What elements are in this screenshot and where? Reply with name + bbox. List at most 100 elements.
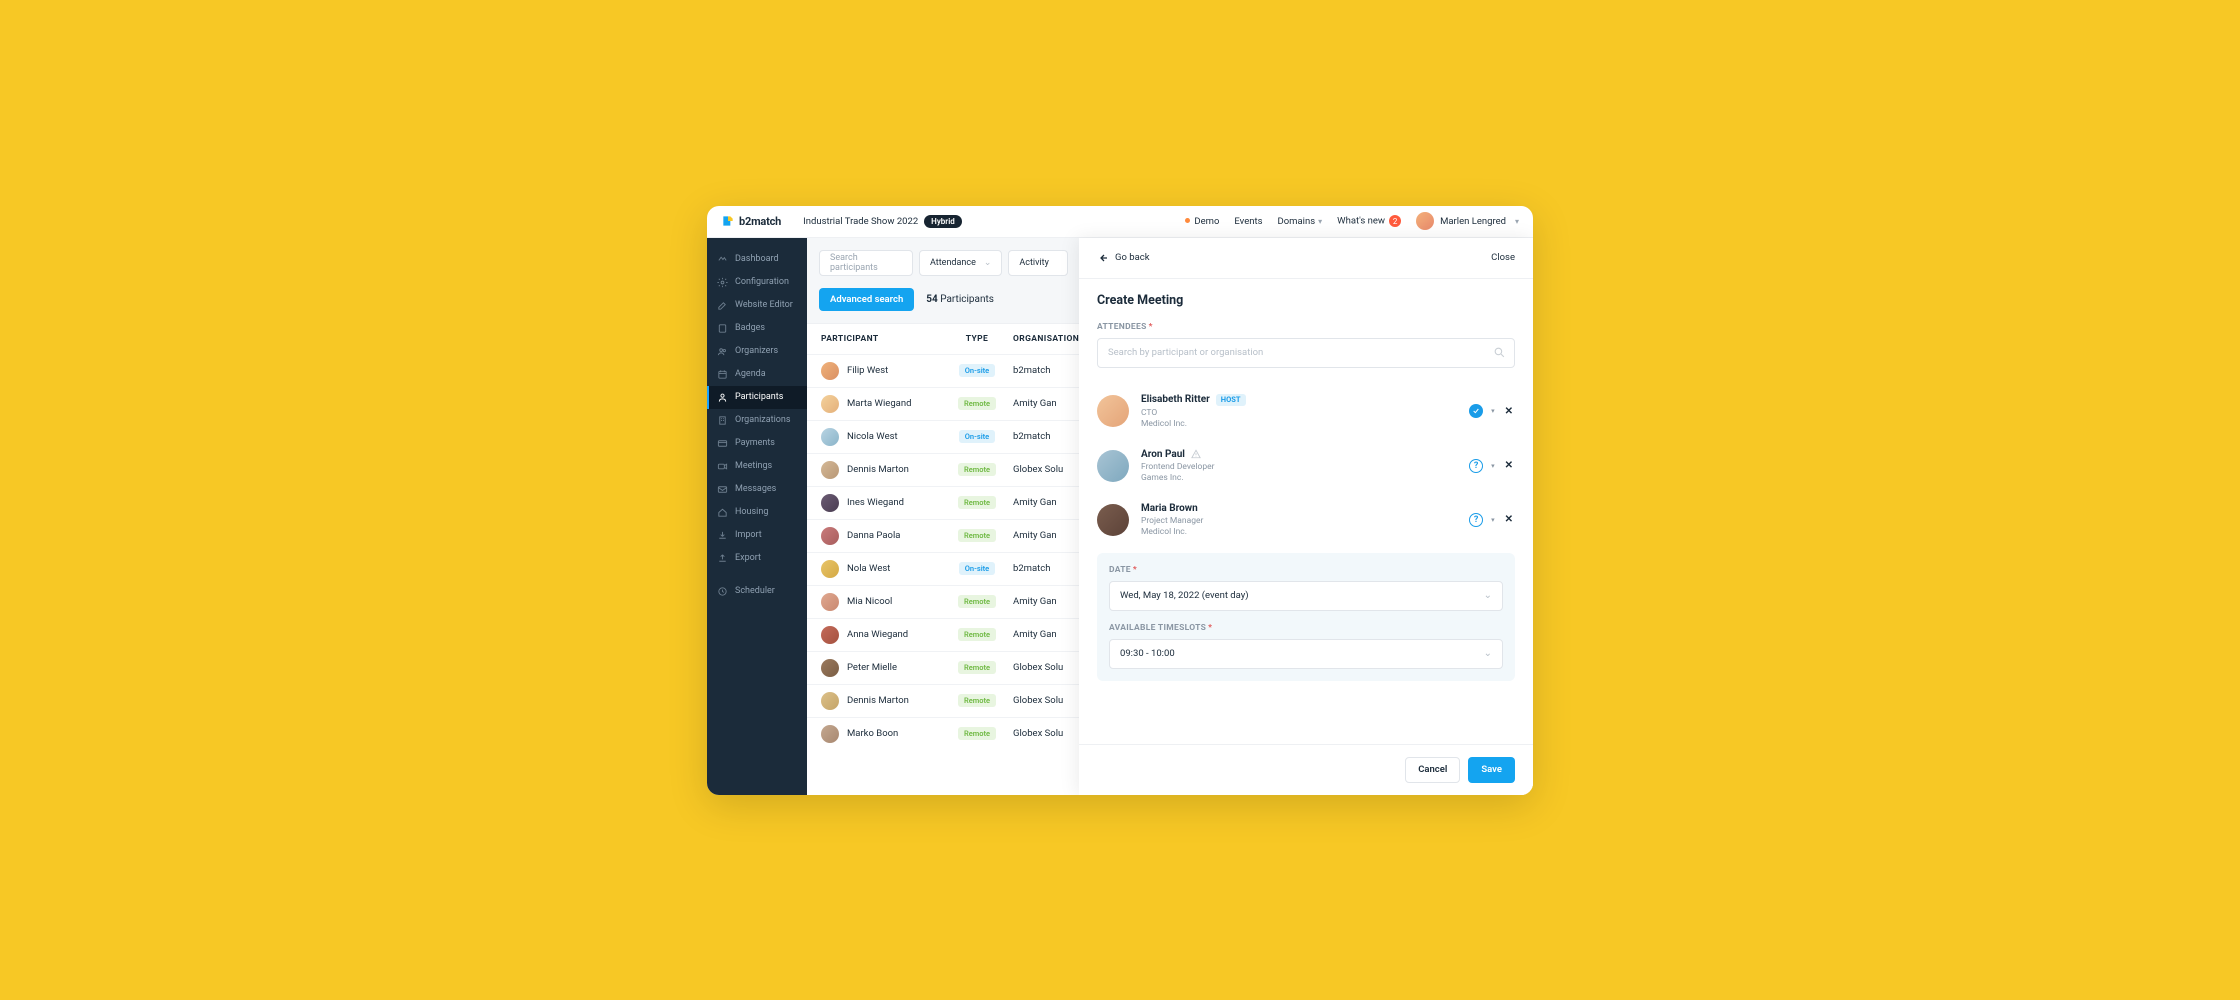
logo[interactable]: b2match [721, 214, 781, 228]
remove-button[interactable]: ✕ [1503, 460, 1515, 471]
type-badge: On-site [959, 430, 995, 443]
logo-icon [721, 214, 735, 228]
sidebar-item-agenda[interactable]: Agenda [707, 363, 807, 386]
sidebar-item-participants[interactable]: Participants [707, 386, 807, 409]
sidebar-item-meetings[interactable]: Meetings [707, 455, 807, 478]
nav-events[interactable]: Events [1234, 216, 1262, 227]
attendee-name: Elisabeth Ritter HOST [1141, 394, 1457, 406]
chevron-down-icon: ⌄ [1484, 648, 1492, 659]
attendee-org: Games Inc. [1141, 473, 1457, 483]
nav-domains-label: Domains [1278, 216, 1316, 227]
save-button[interactable]: Save [1468, 757, 1515, 783]
participant-name: Mia Nicool [847, 596, 892, 607]
user-menu[interactable]: Marlen Lengred ▾ [1416, 212, 1519, 230]
timeslot-label: AVAILABLE TIMESLOTS* [1109, 623, 1503, 633]
type-badge: On-site [959, 562, 995, 575]
meeting-form: DATE* Wed, May 18, 2022 (event day) ⌄ AV… [1097, 553, 1515, 681]
user-icon [717, 392, 728, 403]
attendee-role: Project Manager [1141, 516, 1457, 526]
remove-button[interactable]: ✕ [1503, 514, 1515, 525]
chevron-down-icon[interactable]: ▾ [1491, 516, 1495, 524]
type-badge: Remote [958, 727, 996, 740]
users-icon [717, 346, 728, 357]
attendance-select[interactable]: Attendance ⌄ [919, 250, 1002, 276]
avatar [1097, 450, 1129, 482]
status-pending-icon[interactable]: ? [1469, 513, 1483, 527]
arrow-left-icon [1097, 252, 1109, 264]
avatar [1097, 395, 1129, 427]
status-confirmed-icon[interactable] [1469, 404, 1483, 418]
sidebar-item-label: Organizations [735, 415, 791, 425]
activity-select[interactable]: Activity [1008, 250, 1068, 276]
participant-name: Nola West [847, 563, 890, 574]
host-badge: HOST [1216, 394, 1246, 406]
go-back-button[interactable]: Go back [1097, 252, 1150, 264]
sidebar-item-label: Dashboard [735, 254, 779, 264]
chevron-down-icon: ▾ [1318, 217, 1322, 226]
sidebar-item-organizers[interactable]: Organizers [707, 340, 807, 363]
avatar [821, 395, 839, 413]
participant-name: Filip West [847, 365, 888, 376]
edit-icon [717, 300, 728, 311]
sidebar-item-messages[interactable]: Messages [707, 478, 807, 501]
avatar [821, 461, 839, 479]
building-icon [717, 415, 728, 426]
sidebar-item-label: Organizers [735, 346, 778, 356]
col-participant: PARTICIPANT [821, 334, 941, 344]
sidebar-item-website-editor[interactable]: Website Editor [707, 294, 807, 317]
participant-name: Marko Boon [847, 728, 898, 739]
sidebar-item-payments[interactable]: Payments [707, 432, 807, 455]
advanced-search-button[interactable]: Advanced search [819, 288, 914, 311]
avatar [821, 593, 839, 611]
cancel-button[interactable]: Cancel [1405, 757, 1460, 783]
date-value: Wed, May 18, 2022 (event day) [1120, 590, 1249, 601]
status-pending-icon[interactable]: ? [1469, 459, 1483, 473]
sidebar-item-scheduler[interactable]: Scheduler [707, 580, 807, 603]
attendee-actions: ? ▾ ✕ [1469, 459, 1515, 473]
import-icon [717, 530, 728, 541]
date-select[interactable]: Wed, May 18, 2022 (event day) ⌄ [1109, 581, 1503, 611]
sidebar-item-label: Agenda [735, 369, 766, 379]
sidebar-item-export[interactable]: Export [707, 547, 807, 570]
gear-icon [717, 277, 728, 288]
nav-whats-new-label: What's new [1337, 216, 1385, 227]
meet-icon [717, 461, 728, 472]
sidebar-item-label: Badges [735, 323, 765, 333]
participant-name: Ines Wiegand [847, 497, 904, 508]
event-title: Industrial Trade Show 2022 [803, 216, 918, 227]
nav-whats-new[interactable]: What's new2 [1337, 215, 1401, 227]
sidebar-item-organizations[interactable]: Organizations [707, 409, 807, 432]
participant-name: Dennis Marton [847, 464, 909, 475]
sidebar-item-label: Messages [735, 484, 776, 494]
dashboard-icon [717, 254, 728, 265]
nav-demo[interactable]: Demo [1185, 216, 1219, 227]
remove-button[interactable]: ✕ [1503, 406, 1515, 417]
sidebar-item-dashboard[interactable]: Dashboard [707, 248, 807, 271]
chevron-down-icon[interactable]: ▾ [1491, 407, 1495, 415]
close-button[interactable]: Close [1491, 252, 1515, 263]
chevron-down-icon[interactable]: ▾ [1491, 462, 1495, 470]
type-badge: Remote [958, 496, 996, 509]
sidebar-item-configuration[interactable]: Configuration [707, 271, 807, 294]
avatar [821, 659, 839, 677]
go-back-label: Go back [1115, 252, 1150, 263]
app-frame: b2match Industrial Trade Show 2022 Hybri… [707, 206, 1533, 795]
attendee-row: Elisabeth Ritter HOSTCTOMedicol Inc.▾✕ [1097, 384, 1515, 439]
nav-domains[interactable]: Domains▾ [1278, 216, 1323, 227]
calendar-icon [717, 369, 728, 380]
timeslot-select[interactable]: 09:30 - 10:00 ⌄ [1109, 639, 1503, 669]
sidebar: Dashboard ConfigurationWebsite Editor Badg… [707, 238, 807, 795]
chevron-down-icon: ⌄ [1484, 590, 1492, 601]
type-badge: Remote [958, 694, 996, 707]
sidebar-item-label: Payments [735, 438, 775, 448]
participant-name: Peter Mielle [847, 662, 897, 673]
attendee-search [1097, 338, 1515, 368]
participant-name: Anna Wiegand [847, 629, 908, 640]
attendee-search-input[interactable] [1097, 338, 1515, 368]
search-input[interactable]: Search participants [819, 250, 913, 276]
type-badge: Remote [958, 529, 996, 542]
sidebar-item-badges[interactable]: Badges [707, 317, 807, 340]
sidebar-item-housing[interactable]: Housing [707, 501, 807, 524]
attendee-name: Maria Brown [1141, 503, 1457, 514]
sidebar-item-import[interactable]: Import [707, 524, 807, 547]
